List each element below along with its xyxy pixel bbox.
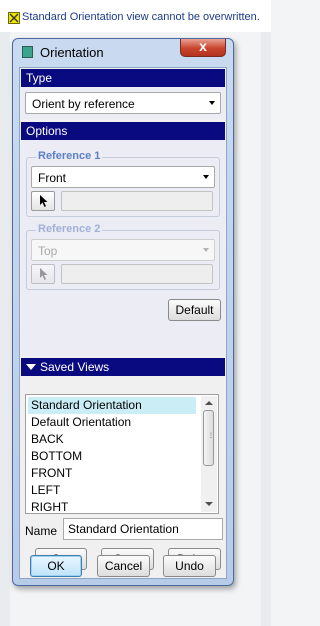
type-panel: Orient by reference [21, 87, 225, 119]
chevron-down-icon [203, 248, 209, 252]
ok-button[interactable]: OK [30, 555, 82, 577]
background-panel [0, 32, 10, 626]
background-panel-right [261, 32, 271, 626]
reference2-dropdown[interactable]: Top [31, 239, 215, 261]
list-item[interactable]: Default Orientation [28, 414, 196, 431]
type-header-label: Type [26, 71, 53, 85]
type-dropdown-value: Orient by reference [32, 97, 135, 111]
reference2-label: Reference 2 [36, 223, 103, 235]
title-bar[interactable]: Orientation x [13, 38, 233, 65]
window-title: Orientation [40, 45, 104, 60]
close-icon: x [199, 38, 207, 54]
reference2-value: Top [38, 244, 58, 258]
list-item[interactable]: FRONT [28, 465, 196, 482]
list-item[interactable]: BACK [28, 431, 196, 448]
pointer-icon [40, 268, 48, 280]
saved-views-list[interactable]: Standard Orientation Default Orientation… [25, 394, 219, 514]
reference2-select-button[interactable] [31, 264, 55, 284]
cancel-button[interactable]: Cancel [97, 555, 150, 577]
default-button[interactable]: Default [168, 299, 221, 321]
chevron-down-icon [209, 101, 215, 105]
scroll-down-icon[interactable] [205, 502, 213, 506]
name-field[interactable] [63, 518, 224, 540]
app-icon [22, 46, 33, 58]
reference1-selection-field[interactable] [61, 191, 213, 211]
saved-views-header-label: Saved Views [40, 360, 110, 374]
list-item[interactable]: LEFT [28, 482, 196, 499]
reference1-dropdown[interactable]: Front [31, 166, 215, 188]
options-panel: Reference 1 Front Reference 2 Top Defaul… [21, 140, 225, 356]
options-section-header: Options [21, 122, 225, 140]
name-label: Name [25, 524, 58, 538]
undo-button[interactable]: Undo [163, 555, 216, 577]
list-item[interactable]: RIGHT [28, 499, 196, 516]
options-header-label: Options [26, 124, 68, 138]
chevron-down-icon [203, 175, 209, 179]
list-item[interactable]: BOTTOM [28, 448, 196, 465]
message-text: Standard Orientation view cannot be over… [22, 11, 260, 23]
reference2-selection-field[interactable] [61, 264, 213, 284]
reference1-select-button[interactable] [31, 191, 55, 211]
pointer-icon [40, 195, 48, 207]
reference1-value: Front [38, 171, 67, 185]
type-section-header: Type [21, 69, 225, 87]
collapse-triangle-icon [26, 364, 36, 370]
warning-icon [8, 12, 20, 24]
reference1-group: Reference 1 Front [26, 150, 220, 217]
type-dropdown[interactable]: Orient by reference [25, 92, 221, 114]
scroll-up-icon[interactable] [205, 401, 213, 405]
dialog-body: Type Orient by reference Options Referen… [19, 67, 227, 579]
reference1-label: Reference 1 [36, 150, 103, 162]
list-item[interactable]: Standard Orientation [28, 397, 196, 414]
close-button[interactable]: x [180, 38, 226, 57]
message-area: Standard Orientation view cannot be over… [0, 0, 271, 32]
vertical-scrollbar[interactable]: ⋮ [201, 396, 217, 512]
name-input[interactable] [64, 519, 224, 538]
orientation-dialog: Orientation x Type Orient by reference O… [12, 38, 234, 586]
reference2-group: Reference 2 Top [26, 223, 220, 290]
scroll-thumb[interactable]: ⋮ [203, 410, 214, 466]
saved-views-header[interactable]: Saved Views [21, 358, 225, 376]
